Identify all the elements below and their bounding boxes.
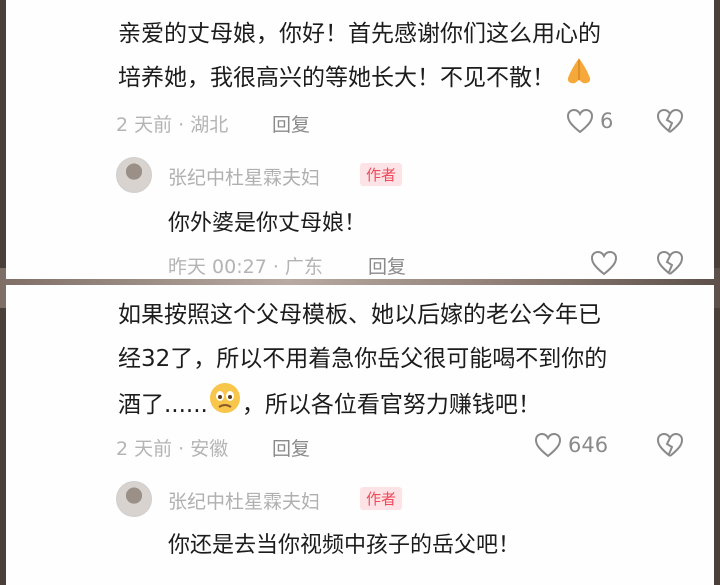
comment-line-text: 酒了...... bbox=[118, 392, 208, 418]
reply-author[interactable]: 张纪中杜星霖夫妇 bbox=[168, 163, 320, 190]
reply-button[interactable]: 回复 bbox=[368, 252, 406, 279]
pray-emoji-icon bbox=[562, 56, 596, 101]
avatar[interactable] bbox=[116, 481, 152, 517]
like-button[interactable]: 646 bbox=[534, 432, 608, 458]
reply-text: 你外婆是你丈母娘！ bbox=[168, 211, 367, 236]
dislike-broken-heart-icon[interactable] bbox=[656, 432, 684, 458]
author-badge: 作者 bbox=[360, 487, 403, 510]
comment-line: 如果按照这个父母模板、她以后嫁的老公今年已 bbox=[118, 302, 601, 328]
heart-icon bbox=[566, 108, 594, 134]
teary-face-emoji-icon bbox=[208, 381, 242, 430]
comment-line-text: ，所以各位看官努力赚钱吧！ bbox=[241, 392, 541, 418]
comment-line: 培养她，我很高兴的等她长大！不见不散！ bbox=[118, 56, 674, 101]
heart-icon bbox=[534, 432, 562, 458]
dislike-broken-heart-icon[interactable] bbox=[656, 250, 684, 276]
comment-card: 如果按照这个父母模板、她以后嫁的老公今年已 经32了，所以不用着急你岳父很可能喝… bbox=[6, 285, 714, 585]
comment-line: 酒了...... ，所以各位看官努力赚钱吧！ bbox=[118, 381, 674, 430]
reply-author[interactable]: 张纪中杜星霖夫妇 bbox=[168, 487, 320, 514]
author-badge: 作者 bbox=[360, 163, 403, 186]
comment-text: 如果按照这个父母模板、她以后嫁的老公今年已 经32了，所以不用着急你岳父很可能喝… bbox=[118, 293, 674, 430]
comment-line: 亲爱的丈母娘，你好！首先感谢你们这么用心的 bbox=[118, 21, 601, 47]
comment-meta: 2 天前 · 安徽 bbox=[116, 438, 229, 460]
heart-icon[interactable] bbox=[590, 250, 618, 276]
reply-meta: 昨天 00:27 · 广东 bbox=[168, 256, 323, 278]
comment-line-text: 培养她，我很高兴的等她长大！不见不散！ bbox=[118, 65, 555, 91]
comment-line: 经32了，所以不用着急你岳父很可能喝不到你的 bbox=[118, 346, 608, 372]
like-count: 646 bbox=[568, 433, 609, 457]
like-button[interactable]: 6 bbox=[566, 108, 613, 134]
reply-text: 你还是去当你视频中孩子的岳父吧！ bbox=[168, 533, 521, 558]
dislike-broken-heart-icon[interactable] bbox=[656, 108, 684, 134]
comment-meta: 2 天前 · 湖北 bbox=[116, 114, 229, 136]
like-count: 6 bbox=[600, 109, 614, 133]
comment-card: 亲爱的丈母娘，你好！首先感谢你们这么用心的 培养她，我很高兴的等她长大！不见不散… bbox=[6, 0, 714, 279]
comment-text: 亲爱的丈母娘，你好！首先感谢你们这么用心的 培养她，我很高兴的等她长大！不见不散… bbox=[118, 12, 674, 101]
avatar[interactable] bbox=[116, 157, 152, 193]
reply-button[interactable]: 回复 bbox=[272, 434, 310, 461]
reply-button[interactable]: 回复 bbox=[272, 110, 310, 137]
